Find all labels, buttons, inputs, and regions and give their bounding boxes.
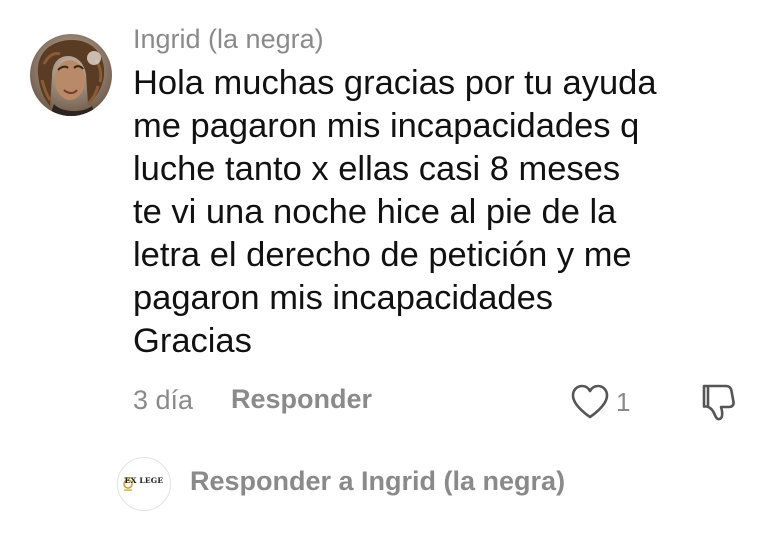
dislike-button[interactable]: [696, 380, 740, 424]
reply-button[interactable]: Responder: [231, 384, 372, 415]
current-user-avatar: EX LEGE: [117, 457, 171, 511]
like-button[interactable]: 1: [570, 380, 630, 424]
comment-author[interactable]: Ingrid (la negra): [133, 24, 324, 55]
thumbs-down-icon: [696, 380, 740, 424]
comment-text: Hola muchas gracias por tu ayuda me paga…: [133, 64, 657, 360]
comment-timestamp: 3 día: [133, 385, 194, 415]
like-count: 1: [616, 386, 631, 417]
reply-input[interactable]: Responder a Ingrid (la negra): [190, 466, 565, 497]
commenter-avatar[interactable]: [30, 34, 112, 116]
commenter-avatar-photo: [30, 34, 112, 116]
ex-lege-logo-text: EX LEGE: [124, 476, 164, 485]
heart-icon: [570, 383, 610, 421]
